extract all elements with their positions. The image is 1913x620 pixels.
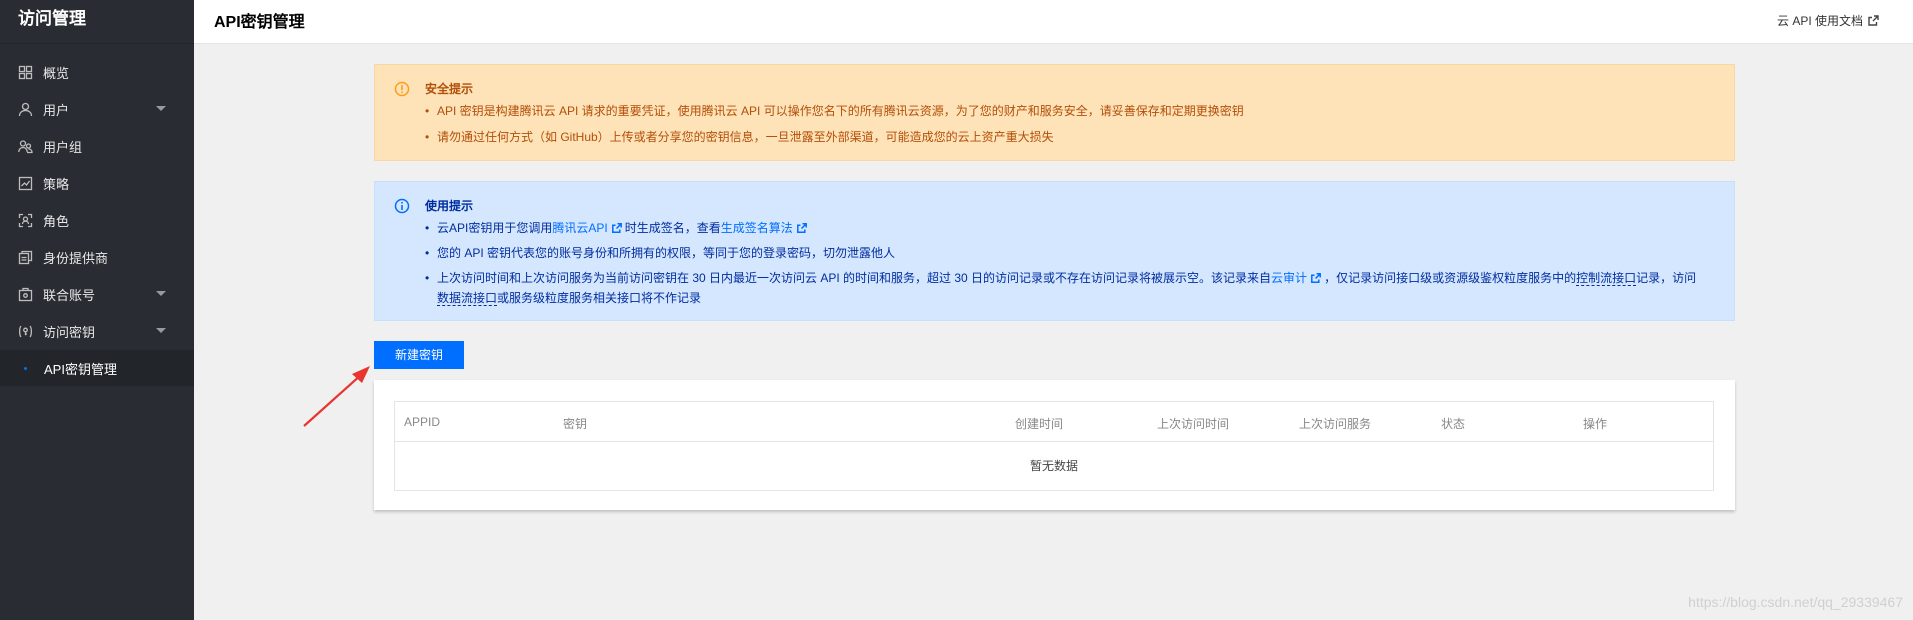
link-label: 云审计	[1271, 271, 1308, 285]
sidebar-item-users[interactable]: 用户	[0, 91, 194, 128]
sidebar-title: 访问管理	[0, 0, 194, 44]
usage-alert-item: 云API密钥用于您调用腾讯云API 时生成签名，查看生成签名算法	[425, 218, 1704, 238]
column-header-actions: 操作	[1583, 417, 1608, 431]
sidebar-item-policies[interactable]: 策略	[0, 165, 194, 202]
signature-algorithm-link[interactable]: 生成签名算法	[721, 221, 810, 235]
usage-text: 云API密钥用于您调用	[437, 221, 553, 235]
watermark: https://blog.csdn.net/qq_29339467	[1688, 594, 1903, 610]
external-link-icon	[796, 223, 807, 233]
sidebar-item-overview[interactable]: 概览	[0, 54, 194, 91]
page-title: API密钥管理	[214, 14, 305, 31]
column-header-last-access-service: 上次访问服务	[1299, 417, 1372, 431]
link-label: 生成签名算法	[720, 221, 793, 235]
column-header-key: 密钥	[563, 417, 588, 431]
usage-alert-item: 您的 API 密钥代表您的账号身份和所拥有的权限，等同于您的登录密码，切勿泄露他…	[425, 243, 1704, 263]
chevron-down-icon	[156, 106, 166, 111]
sidebar-nav: 概览 用户 用户组 策略 角色 身份提供商 联合账号 访问密钥 API密钥管理	[0, 54, 194, 386]
security-alert: 安全提示 API 密钥是构建腾讯云 API 请求的重要凭证，使用腾讯云 API …	[374, 64, 1735, 161]
sidebar-item-label: 概览	[43, 66, 70, 81]
security-alert-title: 安全提示	[425, 82, 474, 96]
keys-table-card: APPID 密钥 创建时间 上次访问时间 上次访问服务 状态 操作 暂无数据	[374, 380, 1735, 510]
sidebar-item-label: 用户组	[43, 140, 83, 155]
federated-account-icon	[18, 287, 33, 302]
usage-alert-list: 云API密钥用于您调用腾讯云API 时生成签名，查看生成签名算法 您的 API 密…	[425, 218, 1704, 313]
column-header-last-access-time: 上次访问时间	[1157, 417, 1230, 431]
page-header: API密钥管理 云 API 使用文档	[194, 0, 1913, 44]
new-key-button[interactable]: 新建密钥	[374, 341, 464, 369]
column-header-status: 状态	[1441, 417, 1466, 431]
column-header-appid: APPID	[404, 415, 441, 429]
usage-text: 上次访问时间和上次访问服务为当前访问密钥在 30 日内最近一次访问云 API 的…	[437, 271, 1272, 285]
external-link-icon	[1311, 273, 1322, 283]
usage-text: 时生成签名，查看	[624, 221, 721, 235]
usage-alert-item: 上次访问时间和上次访问服务为当前访问密钥在 30 日内最近一次访问云 API 的…	[425, 268, 1704, 308]
security-alert-item: API 密钥是构建腾讯云 API 请求的重要凭证，使用腾讯云 API 可以操作您…	[425, 101, 1704, 121]
security-alert-item: 请勿通过任何方式（如 GitHub）上传或者分享您的密钥信息，一旦泄露至外部渠道…	[425, 127, 1704, 147]
policy-icon	[18, 176, 33, 191]
sidebar-item-label: 身份提供商	[43, 251, 109, 266]
security-alert-list: API 密钥是构建腾讯云 API 请求的重要凭证，使用腾讯云 API 可以操作您…	[425, 101, 1704, 153]
api-docs-link-label: 云 API 使用文档	[1776, 14, 1863, 28]
external-link-icon	[611, 223, 622, 233]
link-label: 腾讯云API	[552, 221, 608, 235]
sidebar-item-federated-accounts[interactable]: 联合账号	[0, 276, 194, 313]
role-icon	[18, 213, 33, 228]
warning-icon	[394, 81, 410, 97]
sidebar-item-label: 角色	[43, 214, 70, 229]
annotation-arrow-icon	[303, 366, 370, 427]
data-flow-interface-tooltip[interactable]: 数据流接口	[437, 291, 498, 306]
user-icon	[18, 102, 33, 117]
sidebar-item-label: 用户	[43, 103, 70, 118]
user-group-icon	[18, 139, 33, 154]
identity-provider-icon	[18, 250, 33, 265]
sidebar-item-access-keys[interactable]: 访问密钥	[0, 313, 194, 350]
usage-text: 或服务级粒度服务相关接口将不作记录	[497, 291, 702, 305]
table-empty-state: 暂无数据	[1029, 459, 1078, 473]
sidebar-item-user-groups[interactable]: 用户组	[0, 128, 194, 165]
cloud-audit-link[interactable]: 云审计	[1271, 271, 1324, 285]
sidebar-item-roles[interactable]: 角色	[0, 202, 194, 239]
sidebar-item-label: 联合账号	[43, 288, 96, 303]
sidebar-item-label: 策略	[43, 177, 70, 192]
tencent-cloud-api-link[interactable]: 腾讯云API	[552, 221, 624, 235]
external-link-icon	[1868, 15, 1879, 26]
sidebar-item-identity-providers[interactable]: 身份提供商	[0, 239, 194, 276]
keys-table: APPID 密钥 创建时间 上次访问时间 上次访问服务 状态 操作 暂无数据	[394, 401, 1714, 491]
access-key-icon	[18, 324, 33, 339]
access-keys-submenu: API密钥管理	[0, 350, 194, 386]
chevron-down-icon	[156, 328, 166, 333]
control-flow-interface-tooltip[interactable]: 控制流接口	[1576, 271, 1637, 286]
column-header-created-time: 创建时间	[1015, 417, 1064, 431]
sidebar-subitem-label: API密钥管理	[44, 361, 117, 377]
usage-alert: 使用提示 云API密钥用于您调用腾讯云API 时生成签名，查看生成签名算法 您的 …	[374, 181, 1735, 321]
usage-alert-title: 使用提示	[425, 199, 474, 213]
overview-icon	[18, 65, 33, 80]
info-icon	[394, 198, 410, 214]
table-header: APPID 密钥 创建时间 上次访问时间 上次访问服务 状态 操作	[395, 402, 1713, 442]
active-dot-icon	[24, 366, 27, 370]
usage-text: 记录，访问	[1636, 271, 1697, 285]
api-docs-link[interactable]: 云 API 使用文档	[1777, 12, 1879, 29]
sidebar: 访问管理 概览 用户 用户组 策略 角色 身份提供商 联合账号 访问密钥 API…	[0, 0, 194, 620]
usage-text: ，仅记录访问接口级或资源级鉴权粒度服务中的	[1324, 271, 1577, 285]
sidebar-subitem-api-key-management[interactable]: API密钥管理	[0, 350, 194, 386]
chevron-down-icon	[156, 291, 166, 296]
sidebar-item-label: 访问密钥	[43, 325, 96, 340]
